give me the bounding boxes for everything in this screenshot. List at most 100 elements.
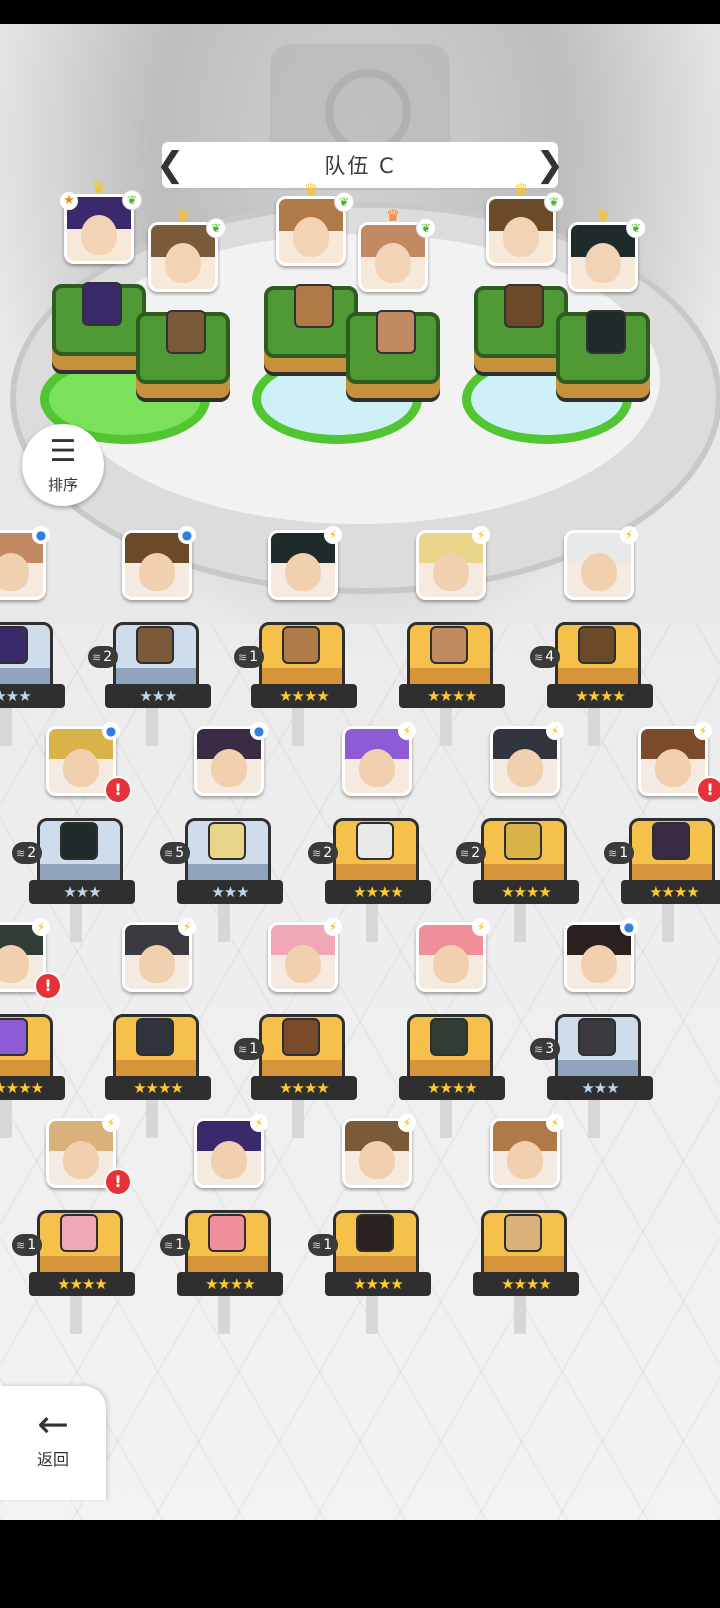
duplicate-count: ≋ 1 bbox=[234, 646, 265, 668]
hero-face bbox=[165, 243, 201, 283]
star-rating: ★★★★ bbox=[621, 880, 720, 904]
next-team-button[interactable]: ❯ bbox=[536, 146, 565, 184]
back-button[interactable]: ← 返回 bbox=[0, 1386, 106, 1500]
pedestal-pole bbox=[588, 1098, 600, 1138]
pedestal-pole bbox=[0, 1098, 12, 1138]
alert-badge: ! bbox=[696, 776, 720, 804]
hero-face bbox=[359, 749, 395, 787]
hero-card[interactable]: ★★★★ ⚡ bbox=[394, 526, 505, 746]
pedestal-pole bbox=[662, 902, 674, 942]
hero-face bbox=[285, 945, 321, 983]
hero-sprite bbox=[136, 626, 174, 664]
hero-card[interactable]: ★★★★ ⚡! ≋ 1 bbox=[604, 722, 720, 942]
star-rating: ★★★ bbox=[105, 684, 211, 708]
hero-card[interactable]: ★★★ ● bbox=[0, 526, 65, 746]
duplicate-count: ≋ 1 bbox=[234, 1038, 265, 1060]
hero-card[interactable]: ★★★★ ⚡ ≋ 2 bbox=[456, 722, 579, 942]
sort-button[interactable]: ☰ 排序 bbox=[22, 424, 104, 506]
water-element-icon: ● bbox=[102, 722, 120, 740]
duplicate-count-value: 1 bbox=[249, 649, 259, 665]
hero-face bbox=[0, 553, 29, 591]
duplicate-count: ≋ 2 bbox=[308, 842, 339, 864]
star-rating: ★★★★ bbox=[251, 1076, 357, 1100]
hero-card[interactable]: ★★★★ ⚡ ≋ 1 bbox=[234, 526, 357, 746]
earth-element-icon: ❦ bbox=[206, 218, 226, 238]
pedestal-pole bbox=[292, 1098, 304, 1138]
duplicate-count-value: 3 bbox=[545, 1041, 555, 1057]
hero-face bbox=[359, 1141, 395, 1179]
layers-icon: ≋ bbox=[608, 847, 618, 860]
lightning-element-icon: ⚡ bbox=[398, 722, 416, 740]
duplicate-count: ≋ 4 bbox=[530, 646, 561, 668]
hero-face bbox=[581, 945, 617, 983]
back-arrow-icon: ← bbox=[37, 1402, 69, 1446]
duplicate-count-value: 2 bbox=[27, 845, 37, 861]
duplicate-count-value: 1 bbox=[27, 1237, 37, 1253]
lightning-element-icon: ⚡ bbox=[694, 722, 712, 740]
hero-sprite bbox=[208, 1214, 246, 1252]
star-rating: ★★★★ bbox=[105, 1076, 211, 1100]
hero-card[interactable]: ★★★ ● ≋ 5 bbox=[160, 722, 283, 942]
hero-sprite bbox=[60, 822, 98, 860]
hero-sprite bbox=[356, 822, 394, 860]
hero-face bbox=[63, 1141, 99, 1179]
lightning-element-icon: ⚡ bbox=[102, 1114, 120, 1132]
layers-icon: ≋ bbox=[16, 1239, 26, 1252]
hero-card[interactable]: ★★★★ ⚡ bbox=[394, 918, 505, 1138]
duplicate-count-value: 1 bbox=[619, 845, 629, 861]
back-label: 返回 bbox=[36, 1450, 69, 1469]
hero-sprite bbox=[0, 626, 28, 664]
team-selector: ❮ 队伍 C ❯ bbox=[156, 142, 564, 188]
lightning-element-icon: ⚡ bbox=[546, 722, 564, 740]
pedestal-pole bbox=[218, 902, 230, 942]
team-title: 队伍 C bbox=[324, 154, 396, 178]
hero-sprite bbox=[208, 822, 246, 860]
hero-sprite bbox=[430, 626, 468, 664]
hero-card[interactable]: ★★★★ ⚡ ≋ 2 bbox=[308, 722, 431, 942]
hero-face bbox=[375, 243, 411, 283]
hero-card[interactable]: ★★★★ ⚡ ≋ 1 bbox=[308, 1114, 431, 1334]
hero-card[interactable]: ★★★ ● ≋ 2 bbox=[88, 526, 211, 746]
water-element-icon: ● bbox=[32, 526, 50, 544]
hero-card[interactable]: ★★★★ ⚡ ≋ 1 bbox=[234, 918, 357, 1138]
star-rating: ★★★★★ bbox=[0, 1076, 65, 1100]
star-rating: ★★★ bbox=[0, 684, 65, 708]
hero-card[interactable]: ★★★★ ⚡ bbox=[468, 1114, 579, 1334]
hero-card[interactable]: ★★★★★ ⚡! bbox=[0, 918, 65, 1138]
prev-team-button[interactable]: ❮ bbox=[156, 146, 185, 184]
hero-sprite bbox=[60, 1214, 98, 1252]
star-rating: ★★★★ bbox=[547, 684, 653, 708]
hero-card[interactable]: ★★★ ●! ≋ 2 bbox=[12, 722, 135, 942]
hero-face bbox=[581, 553, 617, 591]
team-hero-sprite bbox=[504, 284, 544, 328]
hero-card[interactable]: ★★★★ ⚡! ≋ 1 bbox=[12, 1114, 135, 1334]
hero-face bbox=[285, 553, 321, 591]
hero-face bbox=[81, 215, 117, 255]
hero-card[interactable]: ★★★ ● ≋ 3 bbox=[530, 918, 653, 1138]
star-rating: ★★★ bbox=[547, 1076, 653, 1100]
layers-icon: ≋ bbox=[238, 1043, 248, 1056]
hero-card[interactable]: ★★★★ ⚡ ≋ 1 bbox=[160, 1114, 283, 1334]
earth-element-icon: ❦ bbox=[544, 192, 564, 212]
duplicate-count-value: 2 bbox=[103, 649, 113, 665]
hero-sprite bbox=[282, 1018, 320, 1056]
pedestal-pole bbox=[440, 706, 452, 746]
pedestal-pole bbox=[70, 902, 82, 942]
duplicate-count: ≋ 1 bbox=[604, 842, 635, 864]
lightning-element-icon: ⚡ bbox=[324, 526, 342, 544]
hero-card[interactable]: ★★★★ ⚡ bbox=[100, 918, 211, 1138]
hero-card[interactable]: ★★★★ ⚡ ≋ 4 bbox=[530, 526, 653, 746]
team-hero-sprite bbox=[294, 284, 334, 328]
hero-face bbox=[655, 749, 691, 787]
pedestal-pole bbox=[292, 706, 304, 746]
layers-icon: ≋ bbox=[16, 847, 26, 860]
star-rating: ★★★ bbox=[29, 880, 135, 904]
lightning-element-icon: ⚡ bbox=[398, 1114, 416, 1132]
star-rating: ★★★★ bbox=[473, 880, 579, 904]
hero-sprite bbox=[578, 1018, 616, 1056]
hero-face bbox=[507, 749, 543, 787]
duplicate-count-value: 5 bbox=[175, 845, 185, 861]
pedestal-pole bbox=[146, 706, 158, 746]
star-rating: ★★★★ bbox=[251, 684, 357, 708]
hero-face bbox=[503, 217, 539, 257]
